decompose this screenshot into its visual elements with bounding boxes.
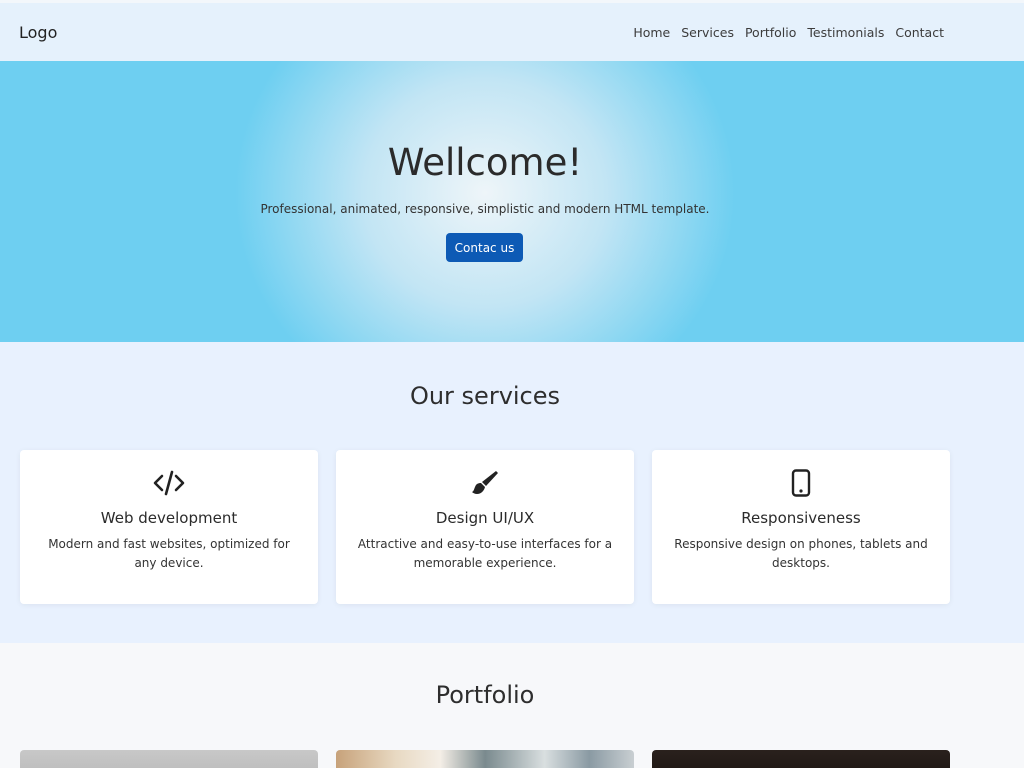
contact-us-button[interactable]: Contac us — [446, 233, 523, 262]
service-title: Responsiveness — [741, 509, 861, 527]
main-nav: Home Services Portfolio Testimonials Con… — [633, 25, 944, 40]
hero-section: Wellcome! Professional, animated, respon… — [0, 61, 1024, 342]
portfolio-section: Portfolio — [0, 643, 1024, 768]
mobile-phone-icon — [652, 469, 950, 497]
hero-title: Wellcome! — [387, 141, 583, 184]
nav-link-portfolio[interactable]: Portfolio — [745, 25, 796, 40]
top-navbar: Logo Home Services Portfolio Testimonial… — [0, 0, 1024, 61]
service-description: Attractive and easy-to-use interfaces fo… — [357, 537, 613, 570]
service-card-web-development: Web development Modern and fast websites… — [20, 450, 318, 604]
code-icon — [20, 469, 318, 497]
portfolio-item-image[interactable] — [652, 750, 950, 768]
service-title: Design UI/UX — [435, 509, 535, 527]
portfolio-item-image[interactable] — [336, 750, 634, 768]
logo[interactable]: Logo — [19, 23, 57, 42]
hero-subtitle: Professional, animated, responsive, simp… — [260, 202, 710, 216]
paintbrush-icon — [336, 469, 634, 497]
services-section: Our services Web development Modern and … — [0, 342, 1024, 643]
service-description: Responsive design on phones, tablets and… — [674, 537, 928, 570]
nav-link-services[interactable]: Services — [681, 25, 734, 40]
service-description: Modern and fast websites, optimized for … — [48, 537, 290, 570]
service-card-responsiveness: Responsiveness Responsive design on phon… — [652, 450, 950, 604]
portfolio-item-image[interactable] — [20, 750, 318, 768]
nav-link-contact[interactable]: Contact — [895, 25, 944, 40]
services-title: Our services — [409, 382, 561, 410]
service-title: Web development — [100, 509, 238, 527]
nav-link-testimonials[interactable]: Testimonials — [807, 25, 884, 40]
service-card-design-ui-ux: Design UI/UX Attractive and easy-to-use … — [336, 450, 634, 604]
portfolio-title: Portfolio — [435, 681, 535, 709]
nav-link-home[interactable]: Home — [633, 25, 670, 40]
